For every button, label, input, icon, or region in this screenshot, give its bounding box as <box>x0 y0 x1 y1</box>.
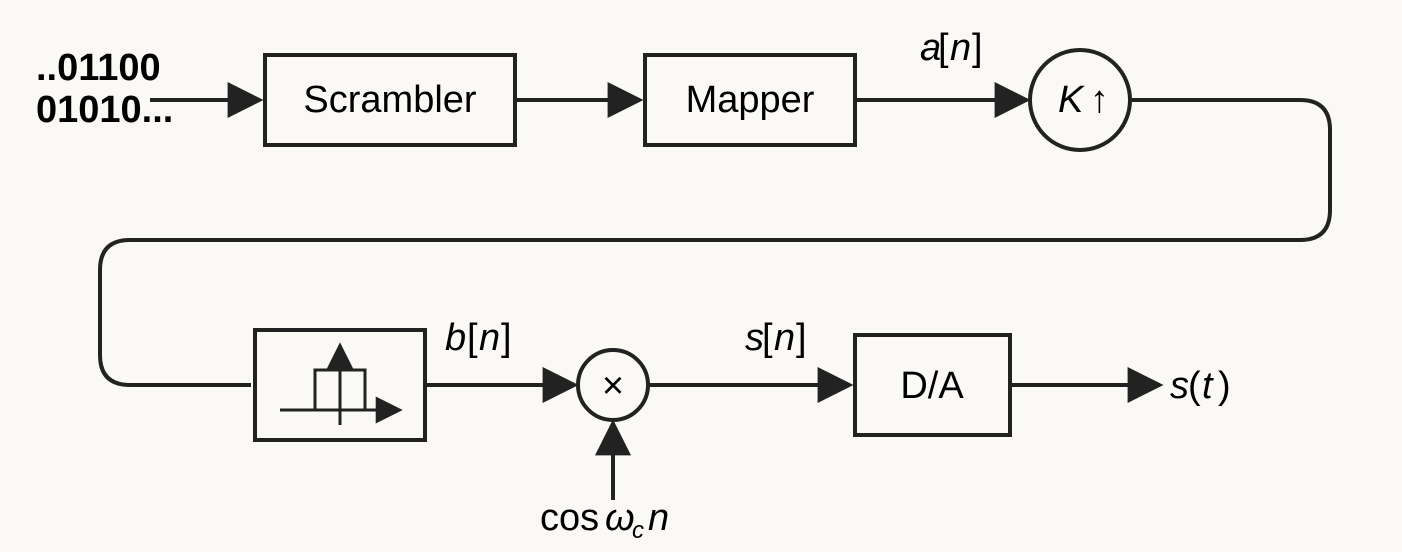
input-bits-l2: 01010... <box>36 89 173 131</box>
svg-text:s: s <box>1170 365 1189 407</box>
svg-text:(: ( <box>1188 365 1201 407</box>
svg-text:n: n <box>950 27 971 69</box>
svg-text:]: ] <box>796 317 807 359</box>
multiplier-symbol: × <box>602 365 624 407</box>
svg-text:n: n <box>479 317 500 359</box>
svg-text:ω: ω <box>605 497 635 539</box>
pulse-filter-icon <box>280 345 400 425</box>
block-da-label: D/A <box>900 365 964 407</box>
upsampler-k: K <box>1058 79 1085 121</box>
svg-text:n: n <box>648 497 669 539</box>
svg-text:]: ] <box>972 27 983 69</box>
svg-text:c: c <box>632 517 644 544</box>
svg-text:n: n <box>774 317 795 359</box>
svg-text:[: [ <box>467 317 478 359</box>
carrier-label: cos ω c n <box>540 497 669 544</box>
input-bits-l1: ..01100 <box>36 47 161 89</box>
svg-text:[: [ <box>762 317 773 359</box>
svg-text:]: ] <box>501 317 512 359</box>
wrap-path <box>100 100 1330 385</box>
output-s-label: s ( t ) <box>1170 365 1231 407</box>
svg-text:cos: cos <box>540 497 599 539</box>
svg-text:b: b <box>445 317 466 359</box>
block-scrambler-label: Scrambler <box>303 79 476 121</box>
signal-a-label: a [ n ] <box>920 27 983 69</box>
svg-text:): ) <box>1218 365 1231 407</box>
svg-text:[: [ <box>938 27 949 69</box>
block-mapper-label: Mapper <box>686 79 815 121</box>
signal-s-label: s [ n ] <box>745 317 807 359</box>
svg-text:t: t <box>1202 365 1214 407</box>
signal-b-label: b [ n ] <box>445 317 512 359</box>
upsampler-arrow-icon: ↑ <box>1090 79 1109 121</box>
